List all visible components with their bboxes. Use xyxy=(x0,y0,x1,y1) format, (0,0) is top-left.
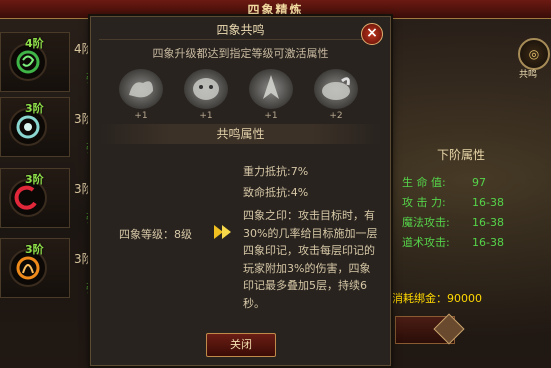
tortoise-emblem-icon xyxy=(314,69,358,109)
stat-row: 魔法攻击: 16-38 xyxy=(402,216,504,229)
section-header: 共鸣属性 xyxy=(99,124,382,144)
emblem-count: +2 xyxy=(329,111,343,121)
close-icon[interactable]: × xyxy=(361,23,383,45)
dialog-subtitle: 四象升级都达到指定等级可激活属性 xyxy=(152,47,329,60)
tortoise-emblem[interactable]: +2 xyxy=(311,69,361,131)
resonance-side-label: 共鸣 xyxy=(519,70,538,80)
resonance-dialog: 四象共鸣 四象升级都达到指定等级可激活属性 +1 +1 +1 +2 共鸣属性 四… xyxy=(90,16,391,366)
phoenix-emblem-icon xyxy=(249,69,293,109)
next-tier-title: 下阶属性 xyxy=(436,148,485,162)
arrow-right-icon xyxy=(214,225,231,239)
dialog-title: 四象共鸣 xyxy=(216,23,265,37)
skill-badge: 3阶 xyxy=(25,102,44,115)
phoenix-emblem[interactable]: +1 xyxy=(246,69,296,131)
skill-slot-cyan[interactable]: 3阶 xyxy=(0,97,70,157)
emblem-count: +1 xyxy=(199,111,213,121)
stat-row: 生 命 值: 97 xyxy=(402,176,486,189)
level-label: 四象等级：8级 xyxy=(119,228,192,241)
title-divider xyxy=(99,39,382,40)
attr-line: 重力抵抗:7% xyxy=(243,165,309,178)
emblem-count: +1 xyxy=(264,111,278,121)
stat-row: 攻 击 力: 16-38 xyxy=(402,196,504,209)
attr-line: 致命抵抗:4% xyxy=(243,186,309,199)
skill-badge: 3阶 xyxy=(25,173,44,186)
emblem-count: +1 xyxy=(134,111,148,121)
tiger-emblem[interactable]: +1 xyxy=(181,69,231,131)
stat-row: 道术攻击: 16-38 xyxy=(402,236,504,249)
skill-slot-red[interactable]: 3阶 xyxy=(0,168,70,228)
gold-cost: 消耗绑金：90000 xyxy=(392,292,482,305)
skill-badge: 3阶 xyxy=(25,243,44,256)
dragon-emblem-icon xyxy=(119,69,163,109)
dragon-emblem[interactable]: +1 xyxy=(116,69,166,131)
close-dialog-button[interactable]: 关闭 xyxy=(206,333,276,357)
resonance-side-icon[interactable]: ◎ xyxy=(518,38,550,70)
tiger-emblem-icon xyxy=(184,69,228,109)
skill-badge: 4阶 xyxy=(25,37,44,50)
attr-description: 四象之印：攻击目标时，有30%的几率给目标施加一层四象印记，攻击每层印记的玩家附… xyxy=(243,209,378,310)
skill-slot-green[interactable]: 4阶 xyxy=(0,32,70,92)
skill-slot-orange[interactable]: 3阶 xyxy=(0,238,70,298)
